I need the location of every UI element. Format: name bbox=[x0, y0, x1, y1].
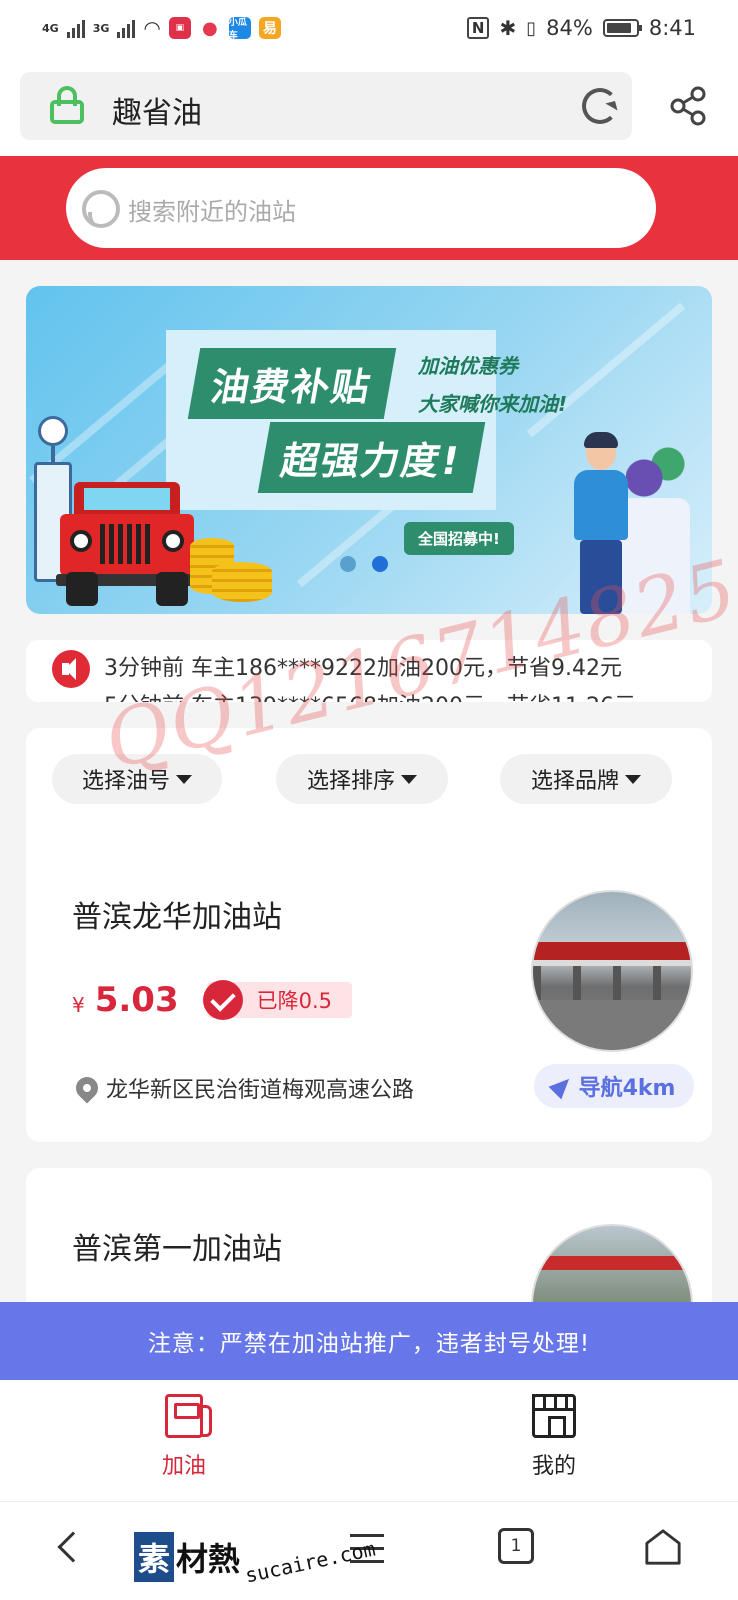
station-name: 普滨第一加油站 bbox=[72, 1232, 282, 1267]
lock-icon bbox=[50, 86, 84, 124]
tab-label: 我的 bbox=[531, 1454, 576, 1479]
filter-label: 选择品牌 bbox=[530, 769, 619, 794]
banner-title-line2: 超强力度! bbox=[257, 422, 486, 493]
battery-percent: 84% bbox=[546, 16, 593, 40]
price-drop-text: 已降0.5 bbox=[256, 989, 333, 1013]
network-4g-label: 4G bbox=[42, 21, 59, 35]
status-right: N ✱ ▯ 84% 8:41 bbox=[466, 16, 696, 40]
red-jeep-illustration bbox=[56, 482, 198, 612]
filter-sort[interactable]: 选择排序 bbox=[276, 754, 448, 804]
fuel-pump-icon bbox=[165, 1394, 212, 1438]
navigate-label: 导航4km bbox=[578, 1076, 676, 1101]
station-price: 5.03 bbox=[94, 980, 179, 1020]
red-app-icon: ▣ bbox=[168, 17, 191, 39]
status-bar: 4G 3G ◠ ▣ ● 小瓜车 易 N ✱ ▯ 84% 8:41 bbox=[0, 0, 738, 56]
caret-down-icon bbox=[176, 774, 192, 784]
speaker-icon bbox=[52, 650, 90, 688]
banner-title-line1: 油费补贴 bbox=[187, 348, 397, 419]
signal-bars-icon bbox=[117, 18, 136, 38]
carousel-dot[interactable] bbox=[340, 556, 356, 572]
back-icon[interactable] bbox=[57, 1531, 89, 1563]
promo-banner[interactable]: 油费补贴 超强力度! 加油优惠券 大家喊你来加油! 全国招募中! bbox=[26, 286, 712, 614]
search-icon bbox=[82, 190, 120, 228]
station-photo bbox=[531, 890, 693, 1052]
bluetooth-icon: ✱ bbox=[499, 16, 517, 40]
red-circle-app-icon: ● bbox=[198, 17, 221, 39]
tab-mine[interactable]: 我的 bbox=[494, 1394, 614, 1480]
currency-symbol: ¥ bbox=[72, 993, 85, 1017]
address-text: 龙华新区民治街道梅观高速公路 bbox=[106, 1078, 415, 1103]
location-pin-icon bbox=[71, 1072, 103, 1104]
watermark-logo: 素 材熱 bbox=[134, 1532, 240, 1582]
watermark-logo-text: 材熱 bbox=[176, 1540, 241, 1578]
clock: 8:41 bbox=[648, 16, 696, 40]
address-bar[interactable]: 趣省油 bbox=[20, 72, 632, 140]
price-row: ¥ 5.03 已降0.5 bbox=[72, 980, 353, 1020]
watermark-logo-box: 素 bbox=[134, 1532, 175, 1582]
caret-down-icon bbox=[401, 774, 417, 784]
filter-brand[interactable]: 选择品牌 bbox=[500, 754, 672, 804]
tab-label: 加油 bbox=[161, 1454, 206, 1479]
navigation-arrow-icon bbox=[548, 1072, 575, 1100]
refresh-icon[interactable] bbox=[582, 88, 618, 124]
station-address: 龙华新区民治街道梅观高速公路 bbox=[71, 1072, 415, 1104]
network-3g-label: 3G bbox=[92, 21, 110, 35]
nfc-icon: N bbox=[466, 17, 490, 39]
home-icon[interactable] bbox=[644, 1528, 682, 1566]
notice-banner: 注意：严禁在加油站推广，违者封号处理! bbox=[0, 1302, 738, 1380]
xiaochuche-app-icon: 小瓜车 bbox=[228, 17, 251, 41]
browser-header: 趣省油 bbox=[0, 56, 738, 156]
price-drop-badge: 已降0.5 bbox=[202, 980, 353, 1020]
search-placeholder: 搜索附近的油站 bbox=[128, 198, 296, 226]
carousel-dots[interactable] bbox=[340, 556, 388, 572]
station-card[interactable]: 普滨龙华加油站 ¥ 5.03 已降0.5 龙华新区民治街道梅观高速公路 导航4k… bbox=[26, 832, 712, 1142]
share-icon[interactable] bbox=[668, 86, 708, 126]
bottom-tab-bar: 加油 我的 bbox=[0, 1380, 738, 1502]
store-icon bbox=[532, 1394, 576, 1438]
wifi-icon: ◠ bbox=[143, 16, 161, 40]
tab-refuel[interactable]: 加油 bbox=[124, 1394, 244, 1480]
signal-bars-icon bbox=[66, 18, 85, 38]
coins-illustration bbox=[212, 562, 272, 602]
tabs-button[interactable]: 1 bbox=[498, 1528, 534, 1564]
station-name: 普滨龙华加油站 bbox=[72, 900, 282, 935]
page-title: 趣省油 bbox=[112, 96, 202, 131]
caret-down-icon bbox=[625, 774, 641, 784]
vibrate-icon: ▯ bbox=[526, 17, 537, 39]
search-band: 搜索附近的油站 bbox=[0, 156, 738, 260]
status-left: 4G 3G ◠ ▣ ● 小瓜车 易 bbox=[42, 16, 281, 41]
carousel-dot-active[interactable] bbox=[372, 556, 388, 572]
banner-tag: 全国招募中! bbox=[404, 522, 514, 555]
battery-icon bbox=[602, 19, 642, 37]
search-input[interactable]: 搜索附近的油站 bbox=[66, 168, 656, 248]
orange-app-icon: 易 bbox=[258, 17, 281, 39]
banner-subtitle-line1: 加油优惠券 bbox=[418, 354, 518, 378]
navigate-button[interactable]: 导航4km bbox=[534, 1064, 694, 1108]
check-icon bbox=[202, 980, 243, 1020]
banner-subtitle-line2: 大家喊你来加油! bbox=[418, 392, 568, 416]
filter-label: 选择排序 bbox=[306, 769, 395, 794]
